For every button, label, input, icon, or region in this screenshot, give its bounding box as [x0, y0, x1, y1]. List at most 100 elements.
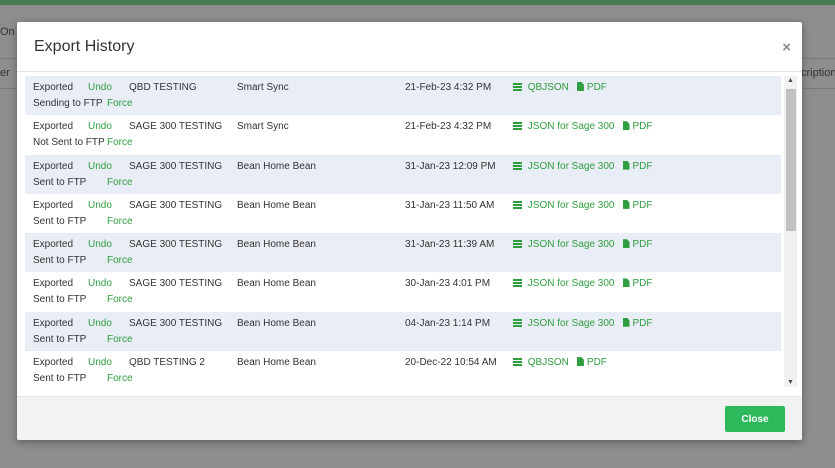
export-date: 31-Jan-23 11:50 AM	[405, 199, 495, 211]
force-link[interactable]: Force	[107, 255, 133, 267]
pdf-download-link[interactable]: PDF	[622, 239, 653, 251]
table-row: Exported Undo SAGE 300 TESTING Smart Sync 21…	[25, 115, 781, 155]
undo-link[interactable]: Undo	[88, 82, 112, 94]
export-name: QBD TESTING 2	[129, 357, 205, 369]
scrollbar[interactable]: ▲ ▼	[784, 76, 797, 387]
export-name: QBD TESTING	[129, 82, 197, 93]
json-link-label: QBJSON	[527, 357, 569, 369]
undo-link[interactable]: Undo	[88, 357, 112, 369]
pdf-download-link[interactable]: PDF	[576, 357, 607, 369]
force-link[interactable]: Force	[107, 177, 133, 189]
pdf-link-label: PDF	[632, 199, 653, 211]
pdf-download-link[interactable]: PDF	[622, 278, 653, 290]
export-status: Exported	[33, 239, 74, 251]
json-link-label: JSON for Sage 300	[527, 239, 615, 251]
list-icon	[513, 240, 522, 249]
client-name: Smart Sync	[237, 82, 289, 93]
pdf-link-label: PDF	[632, 239, 653, 251]
pdf-download-link[interactable]: PDF	[576, 82, 607, 93]
json-link-label: JSON for Sage 300	[527, 278, 615, 290]
ftp-status: Sent to FTP	[33, 333, 87, 345]
json-link-label: JSON for Sage 300	[527, 160, 615, 172]
pdf-link-label: PDF	[586, 357, 607, 369]
undo-link[interactable]: Undo	[88, 161, 112, 173]
export-history-list: Exported Undo QBD TESTING Smart Sync 21-Feb-…	[25, 76, 799, 396]
undo-link[interactable]: Undo	[88, 278, 112, 290]
export-name: SAGE 300 TESTING	[129, 160, 223, 172]
client-name: Bean Home Bean	[237, 357, 316, 369]
force-link[interactable]: Force	[107, 334, 133, 346]
undo-link[interactable]: Undo	[88, 200, 112, 212]
undo-link[interactable]: Undo	[88, 318, 112, 330]
ftp-status: Sent to FTP	[33, 215, 87, 227]
undo-link[interactable]: Undo	[88, 239, 112, 251]
pdf-download-link[interactable]: PDF	[622, 317, 653, 329]
export-name: SAGE 300 TESTING	[129, 317, 223, 329]
json-link-label: QBJSON	[527, 82, 569, 93]
pdf-link-label: PDF	[632, 160, 653, 172]
force-link[interactable]: Force	[107, 98, 133, 110]
json-link-label: JSON for Sage 300	[527, 121, 615, 133]
client-name: Smart Sync	[237, 121, 289, 133]
json-download-link[interactable]: JSON for Sage 300 PDF	[513, 199, 653, 212]
export-history-modal: Export History × Exported Undo QBD TESTING…	[17, 22, 802, 440]
client-name: Bean Home Bean	[237, 160, 316, 172]
table-row: Exported Undo SAGE 300 TESTING Bean Home Be…	[25, 193, 781, 234]
export-name: SAGE 300 TESTING	[129, 121, 223, 133]
json-download-link[interactable]: QBJSON PDF	[513, 82, 607, 94]
force-link[interactable]: Force	[107, 137, 133, 149]
scroll-up-icon[interactable]: ▲	[787, 77, 794, 84]
export-status: Exported	[33, 199, 74, 211]
pdf-link-label: PDF	[632, 278, 653, 290]
json-download-link[interactable]: QBJSON PDF	[513, 357, 607, 369]
export-status: Exported	[33, 160, 74, 172]
json-download-link[interactable]: JSON for Sage 300 PDF	[513, 278, 653, 290]
json-link-label: JSON for Sage 300	[527, 199, 615, 211]
file-icon	[622, 317, 630, 327]
export-name: SAGE 300 TESTING	[129, 278, 223, 290]
file-icon	[622, 239, 630, 249]
modal-footer: Close	[17, 396, 802, 440]
background-top-bar	[0, 0, 835, 5]
ftp-status: Sent to FTP	[33, 176, 87, 188]
export-name: SAGE 300 TESTING	[129, 239, 223, 251]
background-text: cription	[801, 67, 835, 79]
force-link[interactable]: Force	[107, 216, 133, 228]
json-download-link[interactable]: JSON for Sage 300 PDF	[513, 160, 653, 173]
table-row: Exported Undo QBD TESTING Smart Sync 21-Feb-…	[25, 76, 781, 116]
pdf-download-link[interactable]: PDF	[622, 199, 653, 211]
scrollbar-thumb[interactable]	[786, 89, 796, 231]
ftp-status: Sent to FTP	[33, 294, 87, 306]
list-icon	[513, 279, 522, 288]
file-icon	[622, 160, 630, 170]
export-date: 31-Jan-23 12:09 PM	[405, 160, 496, 172]
client-name: Bean Home Bean	[237, 317, 316, 329]
export-status: Exported	[33, 317, 74, 329]
export-date: 31-Jan-23 11:39 AM	[405, 239, 495, 251]
json-download-link[interactable]: JSON for Sage 300 PDF	[513, 121, 653, 133]
client-name: Bean Home Bean	[237, 239, 316, 251]
close-button[interactable]: Close	[725, 406, 785, 432]
export-date: 21-Feb-23 4:32 PM	[405, 82, 492, 93]
export-name: SAGE 300 TESTING	[129, 199, 223, 211]
client-name: Bean Home Bean	[237, 199, 316, 211]
json-download-link[interactable]: JSON for Sage 300 PDF	[513, 317, 653, 330]
list-icon	[513, 358, 522, 367]
background-text: On	[0, 26, 15, 38]
export-date: 21-Feb-23 4:32 PM	[405, 121, 492, 133]
scroll-down-icon[interactable]: ▼	[787, 379, 794, 386]
json-download-link[interactable]: JSON for Sage 300 PDF	[513, 239, 653, 251]
pdf-download-link[interactable]: PDF	[622, 121, 653, 132]
pdf-link-label: PDF	[632, 317, 653, 329]
force-link[interactable]: Force	[107, 294, 133, 306]
undo-link[interactable]: Undo	[88, 121, 112, 133]
ftp-status: Sending to FTP	[33, 98, 103, 109]
file-icon	[622, 199, 630, 209]
ftp-status: Sent to FTP	[33, 255, 87, 267]
list-icon	[513, 122, 522, 131]
file-icon	[622, 278, 630, 288]
force-link[interactable]: Force	[107, 373, 133, 385]
close-icon[interactable]: ×	[782, 39, 791, 56]
pdf-download-link[interactable]: PDF	[622, 160, 653, 172]
export-date: 30-Jan-23 4:01 PM	[405, 278, 491, 290]
